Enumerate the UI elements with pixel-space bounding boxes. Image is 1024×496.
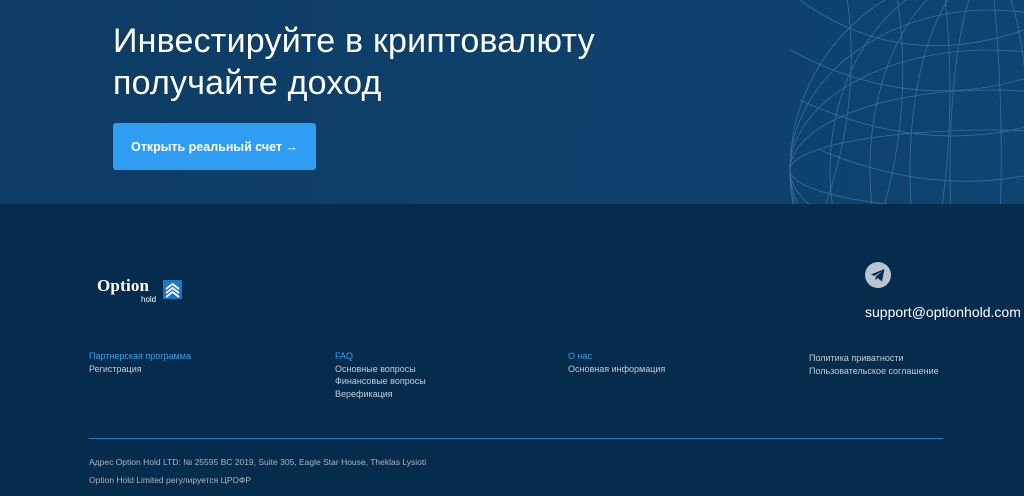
- footer: Option hold support@optionhold.com Партн…: [0, 204, 1024, 496]
- footer-link-privacy-policy[interactable]: Политика приватности: [809, 352, 939, 365]
- footer-link-registration[interactable]: Регистрация: [89, 363, 191, 376]
- footer-link-user-agreement[interactable]: Пользовательское соглашение: [809, 365, 939, 378]
- footer-heading-partner-program[interactable]: Партнерская программа: [89, 350, 191, 363]
- legal-regulation: Option Hold Limited регулируется ЦРОФР: [89, 475, 252, 485]
- footer-divider: [89, 438, 943, 439]
- logo-chevrons-icon: [163, 280, 182, 299]
- footer-column-partners: Партнерская программа Регистрация: [89, 350, 191, 375]
- open-real-account-button[interactable]: Открыть реальный счет →: [113, 123, 316, 170]
- logo-wordmark: Option: [97, 276, 150, 295]
- hero-title-line-1: Инвестируйте в криптовалюту: [113, 22, 595, 60]
- footer-heading-about[interactable]: О нас: [568, 350, 665, 363]
- footer-column-faq: FAQ Основные вопросы Финансовые вопросы …: [335, 350, 426, 400]
- footer-column-policies: Политика приватности Пользовательское со…: [809, 352, 939, 377]
- hero-title-line-2: получайте доход: [113, 64, 382, 102]
- option-hold-logo[interactable]: Option hold: [97, 276, 197, 308]
- footer-heading-faq[interactable]: FAQ: [335, 350, 426, 363]
- footer-link-general-questions[interactable]: Основные вопросы: [335, 363, 426, 376]
- hero-section: Инвестируйте в криптовалюту получайте до…: [0, 0, 1024, 204]
- footer-link-financial-questions[interactable]: Финансовые вопросы: [335, 375, 426, 388]
- support-email-link[interactable]: support@optionhold.com: [865, 304, 1021, 320]
- footer-link-verification[interactable]: Верефикация: [335, 388, 426, 401]
- logo-subtext: hold: [141, 295, 157, 304]
- telegram-icon[interactable]: [865, 262, 891, 288]
- footer-link-main-info[interactable]: Основная информация: [568, 363, 665, 376]
- legal-address: Адрес Option Hold LTD: № 25595 BC 2019, …: [89, 457, 427, 467]
- footer-column-about: О нас Основная информация: [568, 350, 665, 375]
- globe-wireframe-graphic: [789, 0, 1024, 204]
- hero-title: Инвестируйте в криптовалюту получайте до…: [113, 20, 595, 104]
- page: Инвестируйте в криптовалюту получайте до…: [0, 0, 1024, 496]
